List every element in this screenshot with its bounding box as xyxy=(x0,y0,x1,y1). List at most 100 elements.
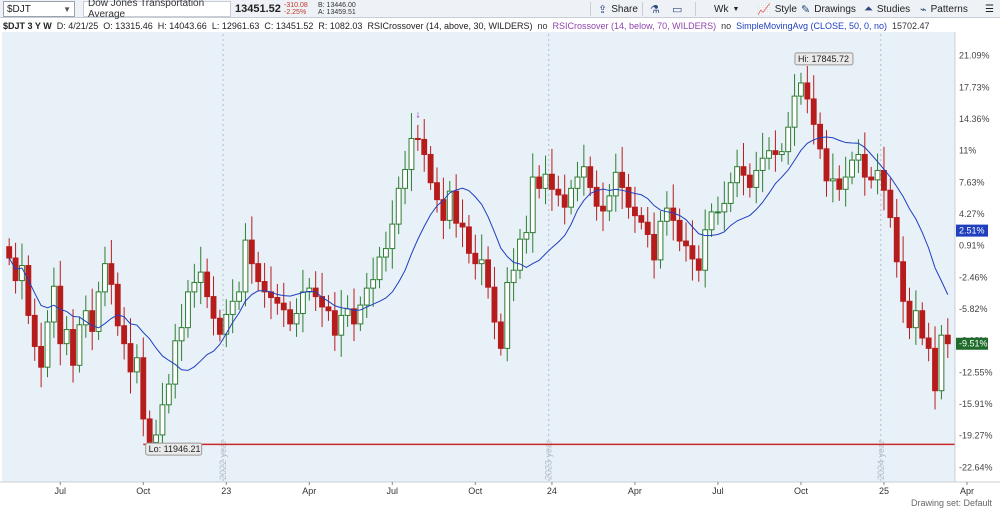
menu-button[interactable]: ☰ xyxy=(985,1,994,17)
studies-button[interactable]: ⏶ Studies xyxy=(864,1,910,17)
candle-up xyxy=(504,281,511,349)
y-tick-label: 11% xyxy=(959,146,976,156)
candle-down xyxy=(127,343,134,373)
candle-down xyxy=(38,345,45,368)
candle-up xyxy=(370,279,377,289)
candle-up xyxy=(185,291,191,329)
candle-up xyxy=(133,357,140,373)
candle-down xyxy=(906,300,913,329)
style-button[interactable]: 📈 Style xyxy=(757,1,797,17)
candle-up xyxy=(344,308,351,316)
candle-up xyxy=(849,159,855,178)
monitor-button[interactable]: ▭ xyxy=(672,1,682,17)
chevron-down-icon[interactable]: ▼ xyxy=(63,5,71,14)
y-tick-label: 7.63% xyxy=(959,177,985,187)
candle-up xyxy=(510,269,517,283)
flask-button[interactable]: ⚗ xyxy=(650,1,660,17)
candle-down xyxy=(434,182,440,201)
candle-up xyxy=(389,223,396,250)
x-tick-label: Apr xyxy=(960,486,974,496)
symbol-text: $DJT xyxy=(7,3,31,15)
candle-down xyxy=(944,334,951,345)
candle-down xyxy=(25,265,32,316)
y-axis-area xyxy=(955,32,1000,482)
last-price: 13451.52 xyxy=(235,3,281,15)
candle-down xyxy=(919,310,926,339)
candle-up xyxy=(178,327,185,342)
bid-ask: B: 13446.00 A: 13459.51 xyxy=(318,1,356,17)
candle-down xyxy=(459,222,466,228)
candle-down xyxy=(146,418,153,443)
candle-up xyxy=(912,310,919,329)
candle-down xyxy=(900,261,907,302)
rsi-signal-arrow: ↓ xyxy=(415,109,420,120)
price-change: -310.08 -2.25% xyxy=(284,1,308,17)
candle-down xyxy=(555,188,562,196)
x-tick-label: Apr xyxy=(628,486,642,496)
timeframe-dropdown[interactable]: Wk ▼ xyxy=(714,1,739,17)
rsi-below-study[interactable]: RSICrossover (14, below, 70, WILDERS) xyxy=(553,21,717,31)
bar-range: R: 1082.03 xyxy=(318,20,363,31)
percent-change: -2.25% xyxy=(284,9,307,16)
candle-down xyxy=(619,171,626,188)
toolbar: $DJT ▼ Dow Jones Transportation Average … xyxy=(0,0,1000,20)
bar-high: H: 14043.66 xyxy=(157,20,207,31)
candle-down xyxy=(887,189,894,219)
candle-down xyxy=(536,176,543,189)
drawing-set-label[interactable]: Drawing set: Default xyxy=(911,498,992,508)
candle-down xyxy=(89,310,96,332)
candle-down xyxy=(70,329,76,366)
rsi-above-study[interactable]: RSICrossover (14, above, 30, WILDERS) xyxy=(367,21,532,31)
candle-up xyxy=(721,202,728,213)
candle-down xyxy=(740,166,747,176)
candle-up xyxy=(580,166,587,178)
current-value-badge: -9.51% xyxy=(959,339,988,349)
study-info-line: $DJT 3 Y W D: 4/21/25 O: 13315.46 H: 140… xyxy=(3,19,930,32)
candle-up xyxy=(855,153,862,161)
candle-up xyxy=(242,239,249,293)
candle-down xyxy=(695,258,702,271)
candle-up xyxy=(727,182,734,204)
sma-study[interactable]: SimpleMovingAvg (CLOSE, 50, 0, no) xyxy=(736,21,887,31)
candle-down xyxy=(472,252,479,265)
toolbar-divider xyxy=(642,2,643,16)
candle-down xyxy=(810,98,817,125)
candle-up xyxy=(338,314,345,336)
share-button[interactable]: ⇪ Share xyxy=(598,1,638,17)
candle-up xyxy=(938,334,945,392)
candle-up xyxy=(829,178,836,182)
style-label: Style xyxy=(774,3,797,15)
x-tick-label: 24 xyxy=(547,486,557,496)
drawings-button[interactable]: ✎ Drawings xyxy=(801,1,856,17)
candle-up xyxy=(708,211,715,231)
lo-label: Lo: 11946.21 xyxy=(149,444,201,454)
candle-up xyxy=(529,176,536,234)
candle-up xyxy=(299,291,306,315)
hi-label: Hi: 17845.72 xyxy=(798,54,849,64)
bar-low: L: 12961.63 xyxy=(211,20,260,31)
timeframe-label: Wk xyxy=(714,3,729,15)
bar-open: O: 13315.46 xyxy=(103,20,153,31)
price-chart[interactable]: 21.09% 17.73% 14.36% 11% 7.63% 4.27% 0.91% -2.4… xyxy=(0,32,1000,510)
candle-down xyxy=(331,310,338,336)
candle-up xyxy=(612,171,619,197)
candle-down xyxy=(453,190,460,224)
x-tick-label: 23 xyxy=(221,486,231,496)
candle-down xyxy=(817,123,824,150)
y-tick-label: 21.09% xyxy=(959,51,990,61)
candle-up xyxy=(778,151,785,155)
candle-down xyxy=(497,321,504,349)
symbol-input[interactable]: $DJT ▼ xyxy=(3,1,75,17)
candle-down xyxy=(893,217,900,263)
sma-value-badge: 2.51% xyxy=(959,226,985,236)
candle-up xyxy=(759,157,766,171)
candle-down xyxy=(440,199,447,221)
candle-down xyxy=(549,173,555,190)
patterns-button[interactable]: ⌁ Patterns xyxy=(920,1,968,17)
candle-up xyxy=(382,248,389,258)
candle-down xyxy=(804,82,811,100)
candle-up xyxy=(446,190,453,221)
candle-down xyxy=(683,240,689,247)
candle-up xyxy=(874,169,881,181)
candle-up xyxy=(44,321,51,368)
